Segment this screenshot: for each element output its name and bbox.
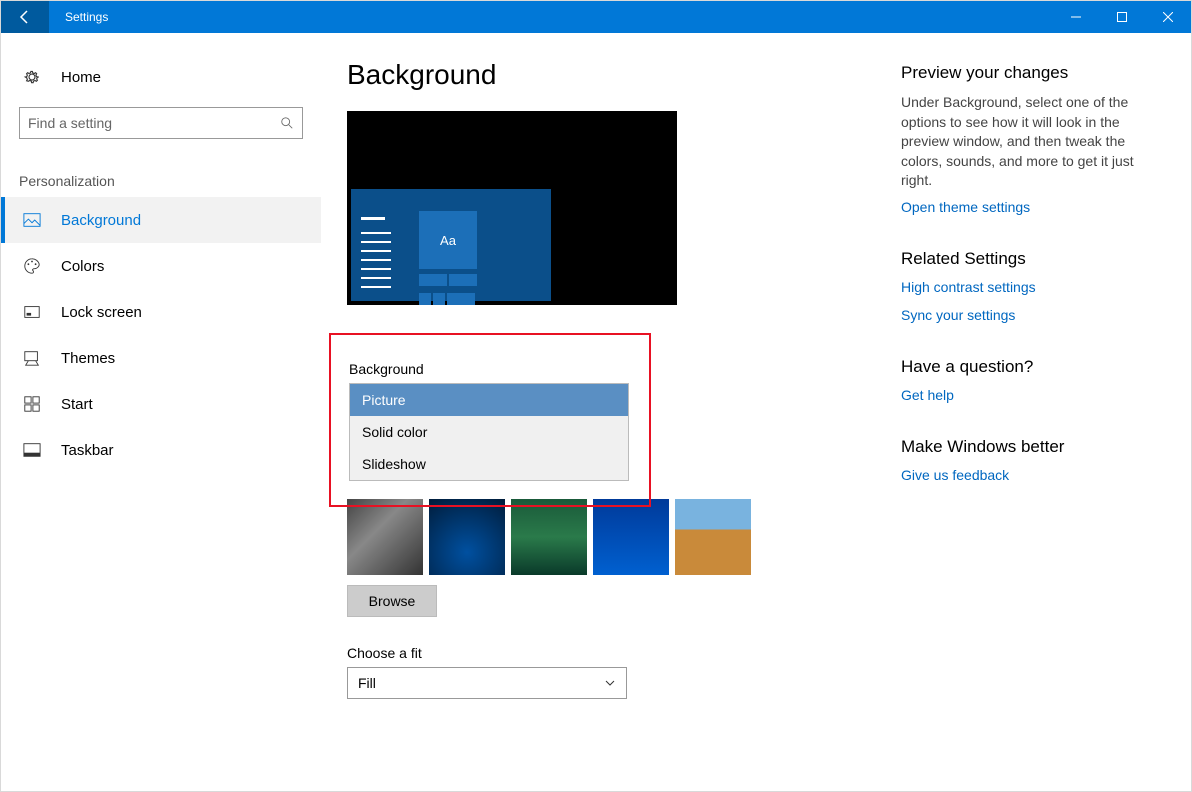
maximize-button[interactable] bbox=[1099, 1, 1145, 33]
preview-sample-text: Aa bbox=[419, 211, 477, 269]
main-panel: Background Aa Background Picture Solid c… bbox=[321, 33, 881, 791]
preview-start-menu: Aa bbox=[351, 189, 551, 301]
sidebar-item-taskbar[interactable]: Taskbar bbox=[1, 427, 321, 473]
back-button[interactable] bbox=[1, 1, 49, 33]
preview-changes-title: Preview your changes bbox=[901, 63, 1147, 83]
fit-value: Fill bbox=[358, 675, 376, 691]
home-link[interactable]: Home bbox=[1, 57, 321, 97]
search-input[interactable]: Find a setting bbox=[19, 107, 303, 139]
thumbnail[interactable] bbox=[593, 499, 669, 575]
sidebar-item-label: Themes bbox=[61, 350, 115, 367]
taskbar-icon bbox=[23, 441, 43, 459]
start-icon bbox=[23, 395, 43, 413]
picture-thumbnails bbox=[347, 499, 881, 575]
sidebar-item-background[interactable]: Background bbox=[1, 197, 321, 243]
sidebar-item-label: Background bbox=[61, 212, 141, 229]
group-title: Personalization bbox=[19, 173, 321, 189]
sync-link[interactable]: Sync your settings bbox=[901, 307, 1147, 323]
thumbnail[interactable] bbox=[347, 499, 423, 575]
app-title: Settings bbox=[65, 10, 108, 24]
thumbnail[interactable] bbox=[675, 499, 751, 575]
dropdown-option-solid[interactable]: Solid color bbox=[350, 416, 628, 448]
background-dropdown[interactable]: Picture Solid color Slideshow bbox=[349, 383, 629, 481]
thumbnail[interactable] bbox=[429, 499, 505, 575]
related-title: Related Settings bbox=[901, 249, 1147, 269]
search-placeholder: Find a setting bbox=[28, 115, 112, 131]
desktop-preview: Aa bbox=[347, 111, 677, 305]
minimize-button[interactable] bbox=[1053, 1, 1099, 33]
sidebar-item-colors[interactable]: Colors bbox=[1, 243, 321, 289]
sidebar-item-label: Lock screen bbox=[61, 304, 142, 321]
chevron-down-icon bbox=[604, 677, 616, 689]
get-help-link[interactable]: Get help bbox=[901, 387, 1147, 403]
dropdown-option-slideshow[interactable]: Slideshow bbox=[350, 448, 628, 480]
titlebar: Settings bbox=[1, 1, 1191, 33]
background-label: Background bbox=[349, 361, 631, 377]
question-title: Have a question? bbox=[901, 357, 1147, 377]
picture-icon bbox=[23, 211, 43, 229]
sidebar-item-label: Start bbox=[61, 396, 93, 413]
open-theme-link[interactable]: Open theme settings bbox=[901, 199, 1147, 215]
right-panel: Preview your changes Under Background, s… bbox=[901, 33, 1171, 791]
browse-button[interactable]: Browse bbox=[347, 585, 437, 617]
page-title: Background bbox=[347, 59, 881, 91]
high-contrast-link[interactable]: High contrast settings bbox=[901, 279, 1147, 295]
highlight-box: Background Picture Solid color Slideshow bbox=[329, 333, 651, 507]
feedback-link[interactable]: Give us feedback bbox=[901, 467, 1147, 483]
palette-icon bbox=[23, 257, 43, 275]
lockscreen-icon bbox=[23, 303, 43, 321]
fit-label: Choose a fit bbox=[347, 645, 881, 661]
sidebar-item-themes[interactable]: Themes bbox=[1, 335, 321, 381]
preview-changes-text: Under Background, select one of the opti… bbox=[901, 93, 1147, 191]
gear-icon bbox=[23, 68, 43, 86]
search-icon bbox=[280, 116, 294, 130]
sidebar: Home Find a setting Personalization Back… bbox=[1, 33, 321, 791]
home-label: Home bbox=[61, 69, 101, 86]
close-button[interactable] bbox=[1145, 1, 1191, 33]
sidebar-item-lockscreen[interactable]: Lock screen bbox=[1, 289, 321, 335]
sidebar-item-start[interactable]: Start bbox=[1, 381, 321, 427]
thumbnail[interactable] bbox=[511, 499, 587, 575]
sidebar-item-label: Taskbar bbox=[61, 442, 114, 459]
sidebar-item-label: Colors bbox=[61, 258, 104, 275]
dropdown-option-picture[interactable]: Picture bbox=[350, 384, 628, 416]
better-title: Make Windows better bbox=[901, 437, 1147, 457]
fit-dropdown[interactable]: Fill bbox=[347, 667, 627, 699]
themes-icon bbox=[23, 349, 43, 367]
